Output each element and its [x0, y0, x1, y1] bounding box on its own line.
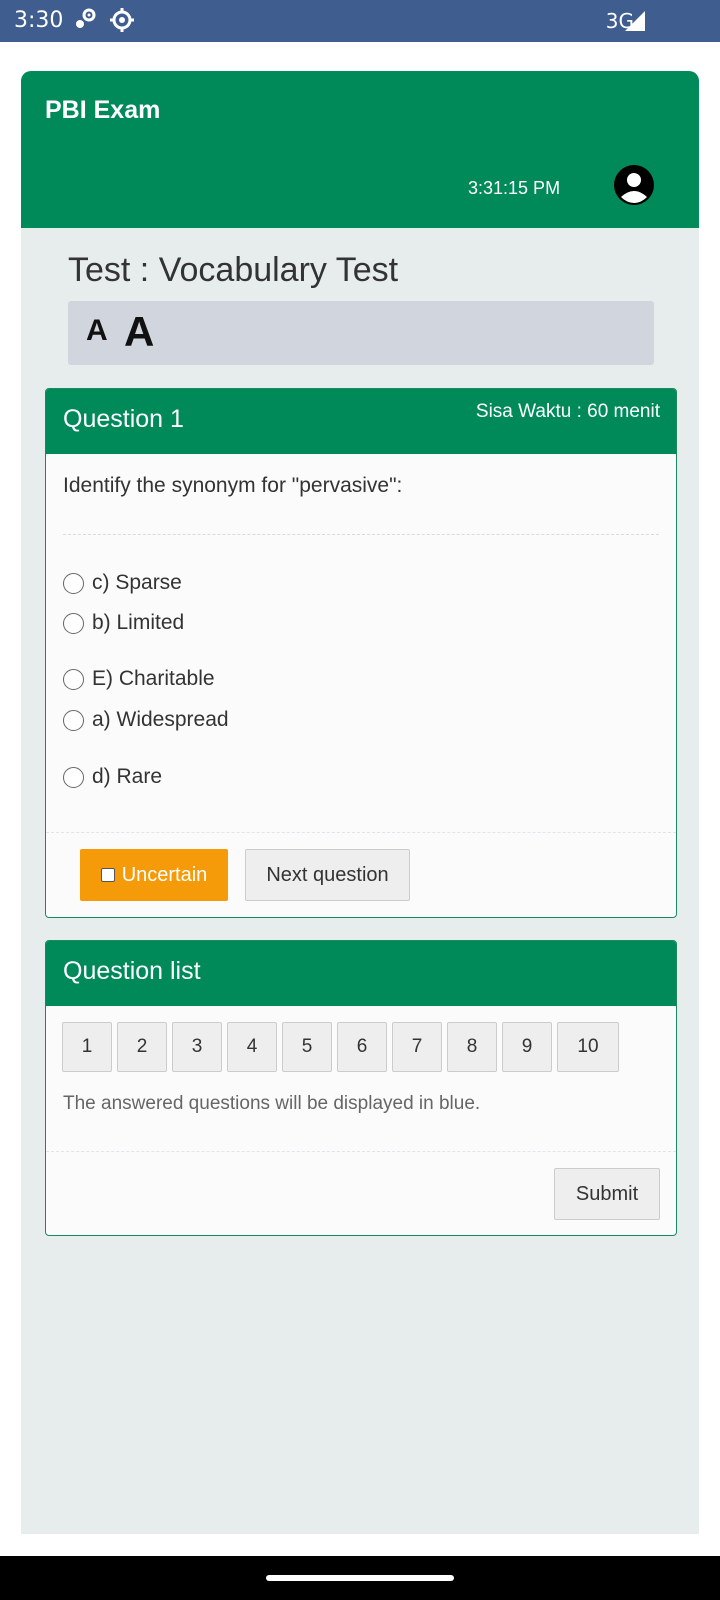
submit-button[interactable]: Submit [554, 1168, 660, 1220]
radio-button[interactable] [63, 572, 84, 594]
answer-option[interactable]: a) Widespread [63, 708, 229, 732]
answer-option[interactable]: b) Limited [63, 611, 184, 635]
radio-button[interactable] [63, 612, 84, 634]
uncertain-button[interactable]: Uncertain [80, 849, 228, 901]
question-list-card: Question list 1 2 3 4 5 6 7 8 9 10 The a… [45, 940, 677, 1236]
question-number-button[interactable]: 2 [117, 1022, 167, 1072]
radio-button[interactable] [63, 709, 84, 731]
checkbox-icon[interactable] [100, 868, 115, 882]
radio-button[interactable] [63, 766, 84, 788]
status-bar: 3:30 3G [0, 0, 720, 42]
answer-option-label: a) Widespread [92, 708, 229, 731]
question-list-header: Question list [46, 941, 676, 1006]
card-footer-divider [46, 1151, 676, 1152]
answer-option-label: c) Sparse [92, 571, 182, 594]
question-number-button[interactable]: 3 [172, 1022, 222, 1072]
gear-icon [108, 6, 136, 38]
font-larger-button[interactable]: A [124, 308, 154, 356]
question-number-button[interactable]: 10 [557, 1022, 619, 1072]
next-question-button[interactable]: Next question [245, 849, 410, 901]
question-number-button[interactable]: 6 [337, 1022, 387, 1072]
question-number-button[interactable]: 8 [447, 1022, 497, 1072]
question-text: Identify the synonym for "pervasive": [63, 474, 403, 497]
radio-button[interactable] [63, 668, 84, 690]
page-title: Test : Vocabulary Test [68, 251, 399, 289]
question-number-grid: 1 2 3 4 5 6 7 8 9 10 [62, 1022, 624, 1072]
question-number: Question 1 [63, 405, 184, 433]
question-divider [63, 534, 659, 535]
account-circle-icon[interactable] [614, 165, 654, 205]
question-number-button[interactable]: 4 [227, 1022, 277, 1072]
card-footer-divider [46, 832, 676, 833]
question-number-button[interactable]: 5 [282, 1022, 332, 1072]
remaining-time: Sisa Waktu : 60 menit [475, 401, 660, 422]
question-number-button[interactable]: 7 [392, 1022, 442, 1072]
answer-option-label: d) Rare [92, 765, 163, 788]
question-number-button[interactable]: 1 [62, 1022, 112, 1072]
answered-hint: The answered questions will be displayed… [63, 1093, 481, 1114]
answer-option-label: E) Charitable [92, 667, 215, 690]
home-gesture-handle[interactable] [266, 1575, 454, 1581]
app-brand[interactable]: PBI Exam [45, 96, 160, 125]
answer-option[interactable]: d) Rare [63, 765, 162, 789]
question-card: Question 1 Sisa Waktu : 60 menit Identif… [45, 388, 677, 918]
answer-option[interactable]: E) Charitable [63, 667, 215, 691]
header-clock: 3:31:15 PM [468, 178, 561, 198]
app-header: PBI Exam 3:31:15 PM [21, 71, 699, 228]
answer-option-label: b) Limited [92, 611, 185, 634]
uncertain-label: Uncertain [121, 863, 208, 886]
signal-icon [624, 10, 646, 36]
font-smaller-button[interactable]: A [86, 314, 108, 348]
question-card-header: Question 1 Sisa Waktu : 60 menit [46, 389, 676, 454]
status-time: 3:30 [14, 8, 64, 33]
app-frame: PBI Exam 3:31:15 PM Test : Vocabulary Te… [21, 71, 699, 1534]
system-nav-bar [0, 1556, 720, 1600]
question-list-title: Question list [63, 957, 201, 985]
answer-option[interactable]: c) Sparse [63, 571, 182, 595]
font-size-bar: A A [68, 301, 654, 365]
settings-gear-cluster-icon [72, 6, 98, 38]
question-number-button[interactable]: 9 [502, 1022, 552, 1072]
